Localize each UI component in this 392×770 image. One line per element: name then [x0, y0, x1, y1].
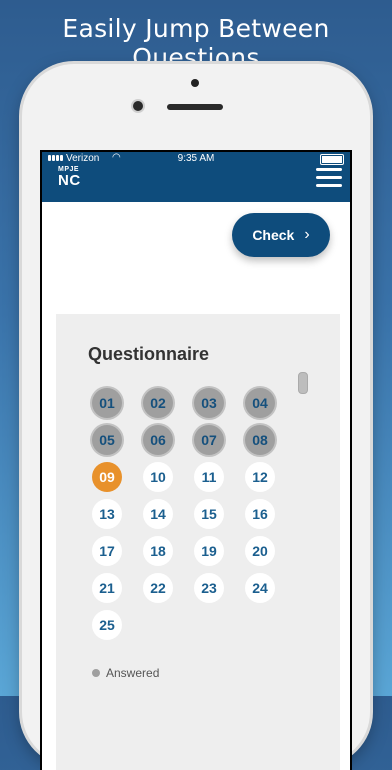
app-header: Verizon ◠ 9:35 AM MPJE NC [42, 152, 350, 202]
question-button-01[interactable]: 01 [92, 388, 122, 418]
question-button-09[interactable]: 09 [92, 462, 122, 492]
question-button-25[interactable]: 25 [92, 610, 122, 640]
app-screen: Verizon ◠ 9:35 AM MPJE NC Check › Questi… [42, 152, 350, 770]
answered-dot-icon [92, 669, 100, 677]
legend-answered-label: Answered [106, 666, 160, 680]
question-grid: 01 02 03 04 05 06 07 08 09 10 11 12 13 14 15 16 17 18 19 20… [92, 388, 282, 640]
question-button-21[interactable]: 21 [92, 573, 122, 603]
phone-screen: Verizon ◠ 9:35 AM MPJE NC Check › Questi… [40, 150, 352, 770]
status-bar: Verizon ◠ 9:35 AM [42, 152, 350, 166]
question-button-10[interactable]: 10 [143, 462, 173, 492]
question-button-11[interactable]: 11 [194, 462, 224, 492]
battery-icon [320, 154, 344, 165]
scrollbar-thumb[interactable] [298, 372, 308, 394]
question-button-24[interactable]: 24 [245, 573, 275, 603]
chevron-right-icon: › [304, 226, 310, 243]
front-camera [133, 101, 143, 111]
question-button-16[interactable]: 16 [245, 499, 275, 529]
question-button-07[interactable]: 07 [194, 425, 224, 455]
question-button-23[interactable]: 23 [194, 573, 224, 603]
question-button-14[interactable]: 14 [143, 499, 173, 529]
question-button-18[interactable]: 18 [143, 536, 173, 566]
question-button-03[interactable]: 03 [194, 388, 224, 418]
questionnaire-title: Questionnaire [88, 344, 210, 364]
question-button-13[interactable]: 13 [92, 499, 122, 529]
question-button-22[interactable]: 22 [143, 573, 173, 603]
check-button[interactable]: Check › [232, 213, 330, 257]
question-button-02[interactable]: 02 [143, 388, 173, 418]
hamburger-menu-icon[interactable] [316, 168, 342, 188]
legend: Answered [92, 666, 159, 680]
question-button-12[interactable]: 12 [245, 462, 275, 492]
proximity-sensor [191, 79, 199, 87]
question-button-17[interactable]: 17 [92, 536, 122, 566]
question-button-20[interactable]: 20 [245, 536, 275, 566]
question-button-04[interactable]: 04 [245, 388, 275, 418]
status-time: 9:35 AM [177, 153, 215, 164]
question-button-19[interactable]: 19 [194, 536, 224, 566]
earpiece-speaker [167, 104, 223, 110]
check-button-label: Check [252, 227, 295, 243]
phone-frame: Verizon ◠ 9:35 AM MPJE NC Check › Questi… [22, 64, 370, 770]
question-button-15[interactable]: 15 [194, 499, 224, 529]
app-logo: MPJE NC [58, 166, 81, 188]
question-button-08[interactable]: 08 [245, 425, 275, 455]
question-button-06[interactable]: 06 [143, 425, 173, 455]
questionnaire-panel: Questionnaire 01 02 03 04 05 06 07 08 09 10 11 12 13… [56, 314, 340, 770]
logo-bottom-text: NC [58, 172, 81, 189]
question-button-05[interactable]: 05 [92, 425, 122, 455]
